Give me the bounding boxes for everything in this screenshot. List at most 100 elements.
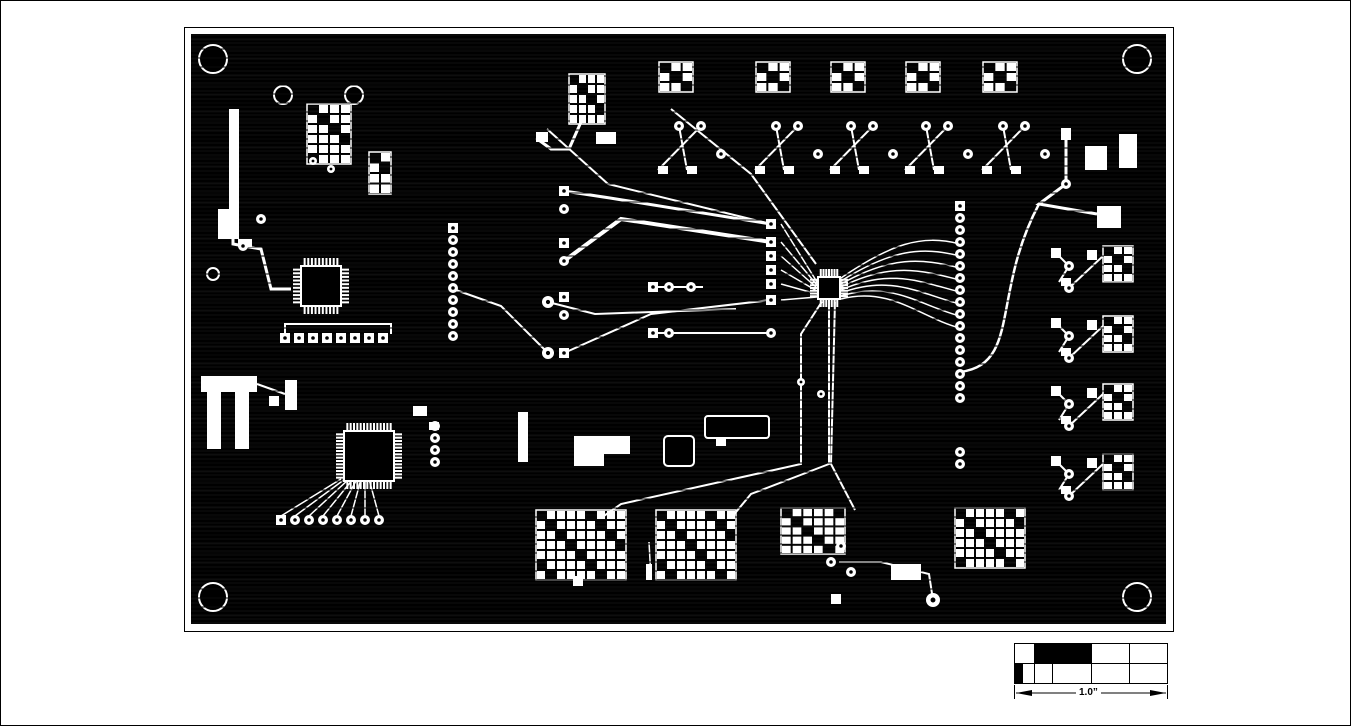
via-drill xyxy=(307,518,311,522)
smd-pad xyxy=(319,125,328,133)
via-drill xyxy=(349,518,353,522)
smd-pad xyxy=(843,63,853,71)
smd-pad xyxy=(956,539,964,547)
smd-pad xyxy=(810,289,817,292)
smd-pad xyxy=(835,518,844,526)
tooling-hole xyxy=(273,85,293,105)
smd-pad xyxy=(841,281,848,284)
smd-pad xyxy=(617,531,625,539)
via-drill xyxy=(325,336,329,340)
smd-pad xyxy=(383,482,385,489)
smd-pad xyxy=(336,463,343,466)
via-drill xyxy=(283,336,287,340)
smd-pad xyxy=(707,521,715,529)
via-drill xyxy=(769,268,773,272)
smd-pad xyxy=(587,531,595,539)
via-drill xyxy=(930,597,936,603)
via-drill xyxy=(562,313,566,317)
via-drill xyxy=(339,336,343,340)
smd-pad xyxy=(336,473,343,476)
via-drill xyxy=(279,518,283,522)
smd-pad xyxy=(547,561,555,569)
via-drill xyxy=(451,238,455,242)
smd-pad xyxy=(697,511,705,519)
smd-pad xyxy=(1011,166,1021,174)
via-drill xyxy=(451,310,455,314)
smd-pad xyxy=(824,509,834,517)
smd-pad xyxy=(547,551,555,559)
via-drill xyxy=(1064,182,1068,186)
smd-pad xyxy=(597,115,604,123)
smd-pad xyxy=(677,541,685,549)
smd-pad xyxy=(782,536,791,544)
smd-pad xyxy=(346,423,349,430)
via-drill xyxy=(1023,124,1027,128)
via-drill xyxy=(562,189,566,193)
via-drill xyxy=(891,152,895,156)
smd-pad xyxy=(617,511,625,519)
via-drill xyxy=(451,298,455,302)
via-drill xyxy=(311,159,315,163)
via-drill xyxy=(839,544,843,548)
smd-pad xyxy=(1006,549,1014,557)
smd-pad xyxy=(830,269,833,276)
smd-pad xyxy=(395,443,402,446)
smd-pad xyxy=(657,571,665,579)
via-drill xyxy=(451,334,455,338)
smd-pad xyxy=(717,561,725,569)
smd-pad xyxy=(841,284,848,287)
smd-pad xyxy=(285,380,297,410)
smd-pad xyxy=(677,551,685,559)
smd-pad xyxy=(986,559,994,567)
smd-pad xyxy=(370,184,379,193)
via-drill xyxy=(849,124,853,128)
smd-pad xyxy=(607,521,615,529)
via-drill xyxy=(562,295,566,299)
smd-pad xyxy=(330,105,339,113)
smd-pad xyxy=(336,466,343,469)
smd-pad xyxy=(574,436,630,454)
via-drill xyxy=(849,570,853,574)
smd-pad xyxy=(366,423,369,430)
smd-pad xyxy=(835,527,844,535)
via-drill xyxy=(562,207,566,211)
smd-pad xyxy=(657,521,665,529)
smd-pad xyxy=(824,518,834,526)
smd-pad xyxy=(597,531,605,539)
smd-pad xyxy=(369,423,372,430)
smd-pad xyxy=(956,519,964,527)
smd-pad xyxy=(810,287,817,289)
via-drill xyxy=(958,360,962,364)
smd-pad xyxy=(386,423,389,430)
smd-pad xyxy=(1006,63,1016,71)
smd-pad xyxy=(321,258,324,265)
smd-pad xyxy=(824,527,834,535)
smd-pad xyxy=(314,258,317,265)
smd-pad xyxy=(803,536,812,544)
smd-pad xyxy=(325,258,328,265)
smd-pad xyxy=(658,166,668,174)
smd-pad xyxy=(336,456,343,459)
smd-pad xyxy=(1051,386,1061,396)
smd-pad xyxy=(986,529,994,537)
smd-pad xyxy=(755,166,765,174)
smd-pad xyxy=(570,115,577,123)
smd-pad xyxy=(342,283,349,286)
smd-pad xyxy=(905,166,915,174)
smd-pad xyxy=(1087,320,1097,330)
scale-bar: 1.0” xyxy=(1014,643,1169,703)
via-drill xyxy=(321,518,325,522)
smd-pad xyxy=(1104,464,1112,471)
smd-pad xyxy=(833,300,836,307)
smd-pad xyxy=(1104,473,1112,480)
smd-pad xyxy=(376,482,379,489)
smd-pad xyxy=(373,482,375,489)
smd-pad xyxy=(843,83,853,91)
smd-pad xyxy=(929,63,939,71)
via-drill xyxy=(259,217,263,221)
smd-pad xyxy=(986,509,994,517)
smd-pad xyxy=(336,450,343,452)
smd-pad xyxy=(707,531,715,539)
smd-pad xyxy=(918,63,928,71)
smd-pad xyxy=(907,73,917,81)
